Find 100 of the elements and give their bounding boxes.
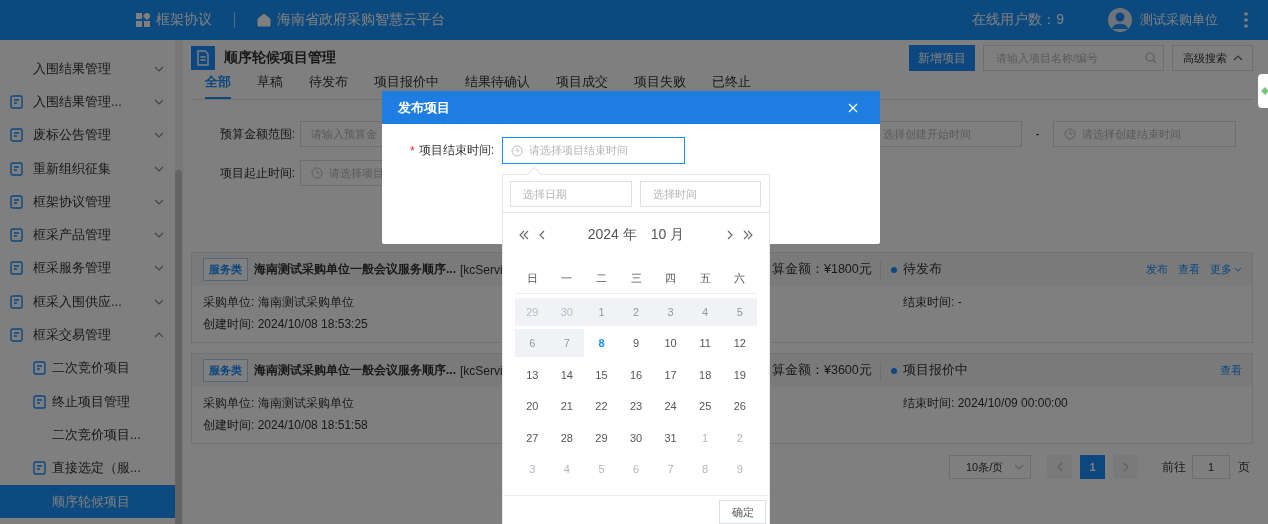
diamond-icon — [1261, 87, 1268, 95]
sidebar-item[interactable]: 终止项目管理 — [0, 384, 175, 419]
previous-year-icon[interactable] — [519, 230, 529, 240]
side-tab[interactable] — [1258, 74, 1268, 108]
chevron-icon — [154, 265, 164, 272]
calendar-day[interactable]: 31 — [653, 423, 688, 452]
chevron-icon — [1014, 464, 1024, 470]
calendar-day[interactable]: 8 — [584, 329, 619, 358]
user-name[interactable]: 测试采购单位 — [1140, 11, 1218, 29]
chevron-icon — [154, 98, 164, 105]
calendar-day[interactable]: 19 — [722, 360, 758, 389]
sidebar-item[interactable]: 顺序轮候项目 — [0, 484, 175, 519]
calendar-day[interactable]: 25 — [687, 392, 723, 421]
next-year-icon[interactable] — [743, 230, 753, 240]
next-month-icon[interactable] — [725, 230, 735, 240]
calendar-day[interactable]: 10 — [653, 329, 688, 358]
chevron-icon — [154, 298, 164, 305]
clock-icon — [511, 144, 523, 157]
document-icon — [10, 161, 24, 176]
tab[interactable]: 结果待确认 — [465, 71, 530, 99]
sidebar-item[interactable]: 入围结果管理... — [0, 85, 175, 119]
add-project-button[interactable]: 新增项目 — [909, 45, 975, 71]
tab[interactable]: 项目成交 — [556, 71, 608, 99]
previous-month-icon[interactable] — [537, 230, 547, 240]
budget-amount: 算金额：¥3600元 — [772, 362, 872, 379]
sidebar-item[interactable]: 框采产品管理 — [0, 218, 175, 252]
tab[interactable]: 项目失败 — [634, 71, 686, 99]
sidebar-item[interactable]: 框采交易管理 — [0, 318, 175, 352]
calendar-day[interactable]: 27 — [515, 423, 550, 452]
calendar-day[interactable]: 16 — [618, 360, 654, 389]
calendar-day[interactable]: 30 — [618, 423, 654, 452]
page-size-select[interactable]: 10条/页 — [949, 455, 1031, 479]
status-label: 待发布 — [902, 261, 942, 278]
weekday-label: 五 — [698, 270, 712, 286]
next-page-button[interactable] — [1113, 455, 1138, 479]
sidebar-item[interactable]: 二次竞价项目... — [0, 418, 175, 452]
calendar-day[interactable]: 22 — [584, 392, 619, 421]
sidebar-item[interactable]: 框架协议管理 — [0, 185, 175, 219]
chevron-icon — [154, 65, 164, 72]
year-label[interactable]: 2024 年 — [587, 226, 637, 244]
document-icon — [10, 94, 24, 109]
page-button[interactable]: 1 — [1080, 455, 1105, 479]
calendar-day[interactable]: 13 — [515, 360, 550, 389]
calendar-day[interactable]: 20 — [515, 392, 550, 421]
field-label: 预算金额范围: — [218, 125, 296, 143]
calendar-day[interactable]: 15 — [584, 360, 619, 389]
tab[interactable]: 待发布 — [309, 71, 348, 99]
calendar-day[interactable]: 26 — [722, 392, 758, 421]
tab[interactable]: 已终止 — [712, 71, 751, 99]
sidebar-item[interactable]: 入围结果管理 — [0, 52, 175, 86]
app-name[interactable]: 框架协议 — [156, 11, 212, 29]
chevron-icon — [154, 332, 164, 338]
project-title[interactable]: 海南测试采购单位一般会议服务顺序... — [254, 362, 456, 379]
tab[interactable]: 草稿 — [257, 71, 283, 99]
document-icon — [10, 294, 24, 309]
project-title[interactable]: 海南测试采购单位一般会议服务顺序... — [254, 261, 456, 278]
created-time: 创建时间: 2024/10/08 18:53:25 — [203, 316, 368, 333]
sidebar-item[interactable]: 直接选定（服... — [0, 451, 175, 485]
calendar-day[interactable]: 12 — [722, 329, 758, 358]
more-icon[interactable] — [1244, 12, 1248, 28]
chevron-icon — [154, 198, 164, 205]
calendar-day[interactable]: 9 — [618, 329, 654, 358]
advanced-search-button[interactable]: 高级搜索 — [1172, 45, 1253, 71]
calendar-day[interactable]: 23 — [618, 392, 654, 421]
calendar-day[interactable]: 14 — [549, 360, 585, 389]
calendar-day[interactable]: 11 — [687, 329, 723, 358]
action-link[interactable]: 发布 — [1146, 262, 1168, 277]
calendar-day[interactable]: 29 — [584, 423, 619, 452]
document-icon — [33, 394, 47, 409]
scrollbar-thumb[interactable] — [175, 170, 182, 524]
previous-page-button[interactable] — [1047, 455, 1072, 479]
sidebar-item[interactable]: 二次竞价项目 — [0, 351, 175, 385]
chevron-icon — [154, 232, 164, 239]
tab[interactable]: 全部 — [205, 71, 231, 99]
confirm-button[interactable]: 确定 — [719, 500, 766, 524]
avatar-icon[interactable] — [1108, 8, 1132, 32]
weekday-label: 一 — [560, 270, 574, 286]
search-icon — [1145, 52, 1157, 64]
field-label: 项目起止时间: — [218, 164, 296, 182]
calendar-day[interactable]: 18 — [687, 360, 723, 389]
buyer-info: 采购单位: 海南测试采购单位 — [203, 395, 354, 412]
calendar-day[interactable]: 28 — [549, 423, 585, 452]
status-label: 项目报价中 — [902, 362, 968, 379]
page-input[interactable]: 1 — [1192, 455, 1230, 479]
close-icon[interactable] — [848, 102, 858, 113]
weekday-label: 二 — [594, 270, 608, 286]
grid-icon — [136, 13, 150, 27]
calendar-day[interactable]: 21 — [549, 392, 585, 421]
sidebar-item[interactable]: 重新组织征集 — [0, 151, 175, 186]
tab[interactable]: 项目报价中 — [374, 71, 439, 99]
calendar-day[interactable]: 24 — [653, 392, 688, 421]
calendar-day[interactable]: 17 — [653, 360, 688, 389]
goto-label: 前往 — [1162, 458, 1186, 476]
platform-name[interactable]: 海南省政府采购智慧云平台 — [277, 11, 445, 29]
page-title: 顺序轮候项目管理 — [224, 49, 336, 67]
sidebar-item[interactable]: 废标公告管理 — [0, 118, 175, 152]
month-label[interactable]: 10 月 — [650, 226, 685, 244]
document-icon — [10, 194, 24, 209]
sidebar-item[interactable]: 框采入围供应... — [0, 285, 175, 319]
sidebar-item[interactable]: 框采服务管理 — [0, 251, 175, 286]
